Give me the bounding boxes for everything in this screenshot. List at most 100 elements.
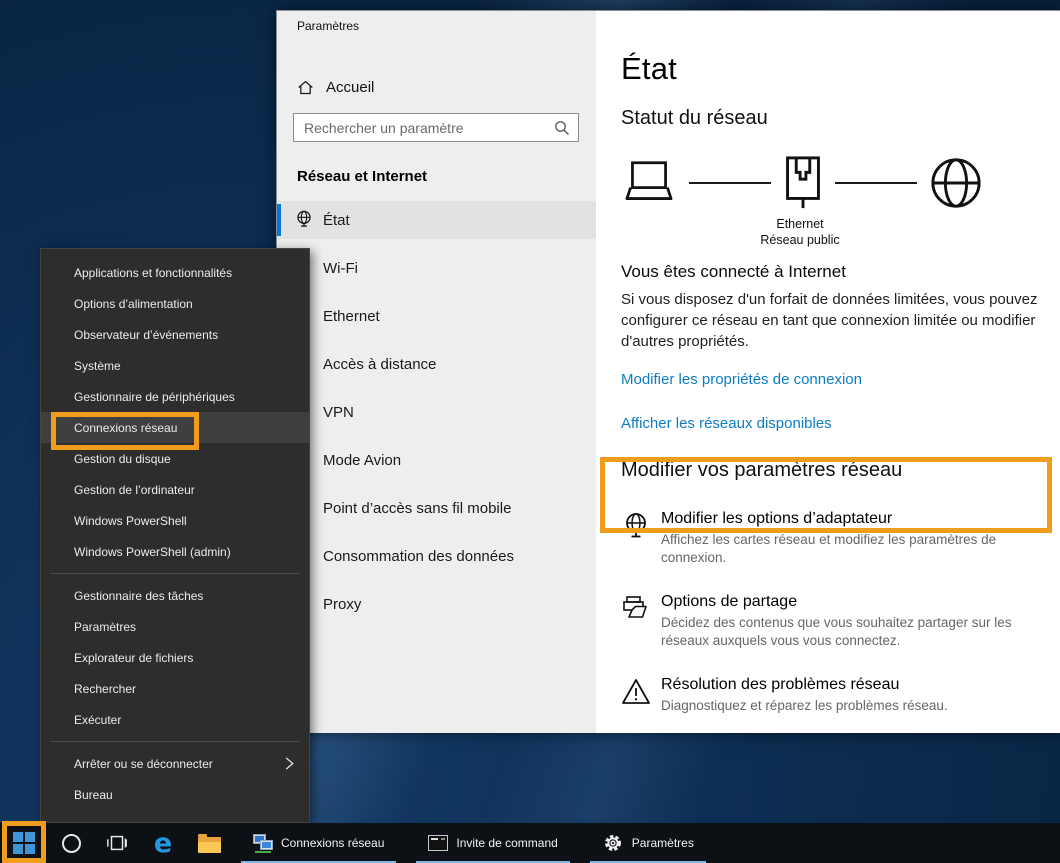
winx-menu: Applications et fonctionnalités Options … [40,248,310,823]
home-icon [297,79,314,96]
winx-item-shutdown[interactable]: Arrêter ou se déconnecter [41,748,309,779]
menu-separator [50,741,300,742]
start-button[interactable] [0,823,48,863]
winx-item-device-manager[interactable]: Gestionnaire de périphériques [41,381,309,412]
diagram-caption: Ethernet Réseau public [735,216,865,248]
link-connection-properties[interactable]: Modifier les propriétés de connexion [621,371,862,388]
link-available-networks[interactable]: Afficher les réseaux disponibles [621,415,832,432]
winx-item-disk-management[interactable]: Gestion du disque [41,443,309,474]
sharing-options-icon [621,594,651,624]
ethernet-plug-icon [783,155,823,211]
laptop-icon [621,160,677,206]
taskbar-app-network-connections[interactable]: Connexions réseau [240,823,397,863]
winx-item-label: Gestion de l’ordinateur [74,483,195,497]
sidebar-item-label: Ethernet [323,308,380,325]
settings-main-pane: État Statut du réseau Ethernet Réseau pu… [596,11,1060,733]
winx-item-label: Gestionnaire des tâches [74,589,203,603]
winx-item-label: Observateur d’événements [74,328,218,342]
winx-item-label: Paramètres [74,620,136,634]
settings-rows: Modifier les options d’adaptateur Affich… [621,508,1060,715]
row-description: Décidez des contenus que vous souhaitez … [661,614,1060,650]
sidebar-item-home[interactable]: Accueil [297,73,596,101]
winx-item-apps-features[interactable]: Applications et fonctionnalités [41,257,309,288]
search-input[interactable] [304,120,554,136]
sidebar-item-hotspot[interactable]: Point d’accès sans fil mobile [277,489,596,527]
sidebar-item-label: Wi-Fi [323,260,358,277]
winx-item-search[interactable]: Rechercher [41,673,309,704]
row-adapter-options[interactable]: Modifier les options d’adaptateur Affich… [621,508,1060,567]
taskbar-app-settings[interactable]: Paramètres [589,823,707,863]
network-status-heading: Statut du réseau [621,107,1060,130]
winx-item-run[interactable]: Exécuter [41,704,309,735]
taskbar-app-label: Connexions réseau [281,836,384,850]
sidebar-item-acces-distance[interactable]: Accès à distance [277,345,596,383]
sidebar-nav: État Wi-Fi Ethernet Accès à distance VPN… [277,201,596,623]
edge-button[interactable]: e [140,823,186,863]
sidebar-item-label: Accès à distance [323,356,436,373]
row-title: Options de partage [661,591,1060,612]
taskbar-app-label: Invite de command [456,836,557,850]
winx-item-power-options[interactable]: Options d’alimentation [41,288,309,319]
row-network-troubleshoot[interactable]: Résolution des problèmes réseau Diagnost… [621,674,1060,715]
task-view-button[interactable] [94,823,140,863]
winx-item-event-viewer[interactable]: Observateur d’événements [41,319,309,350]
network-globe-icon [294,209,314,229]
winx-item-file-explorer[interactable]: Explorateur de fichiers [41,642,309,673]
network-connections-icon [253,834,273,852]
menu-separator [50,573,300,574]
connected-heading: Vous êtes connecté à Internet [621,262,1060,282]
taskbar-app-command-prompt[interactable]: Invite de command [415,823,570,863]
sidebar-item-wifi[interactable]: Wi-Fi [277,249,596,287]
winx-item-label: Rechercher [74,682,136,696]
search-icon [554,120,570,136]
sidebar-item-label: Point d’accès sans fil mobile [323,500,511,517]
winx-item-network-connections[interactable]: Connexions réseau [41,412,309,443]
cortana-button[interactable] [48,823,94,863]
row-title: Modifier les options d’adaptateur [661,508,1060,529]
sidebar-item-label: Proxy [323,596,361,613]
winx-item-powershell[interactable]: Windows PowerShell [41,505,309,536]
winx-item-system[interactable]: Système [41,350,309,381]
winx-item-label: Gestionnaire de périphériques [74,390,235,404]
cortana-icon [62,834,81,853]
sidebar-item-consommation[interactable]: Consommation des données [277,537,596,575]
network-status-diagram: Ethernet Réseau public [621,154,1051,246]
winx-item-settings[interactable]: Paramètres [41,611,309,642]
settings-window: Paramètres Accueil Réseau et Internet Ét… [276,10,1060,733]
sidebar-section-title: Réseau et Internet [297,168,596,185]
diagram-connector-line [689,182,771,184]
internet-globe-icon [929,156,983,210]
sidebar-item-label: Consommation des données [323,548,514,565]
warning-triangle-icon [621,677,651,707]
sidebar-item-label: Mode Avion [323,452,401,469]
row-sharing-options[interactable]: Options de partage Décidez des contenus … [621,591,1060,650]
winx-item-powershell-admin[interactable]: Windows PowerShell (admin) [41,536,309,567]
settings-search-box[interactable] [293,113,579,142]
gear-icon [602,832,624,854]
sidebar-item-ethernet[interactable]: Ethernet [277,297,596,335]
row-description: Diagnostiquez et réparez les problèmes r… [661,697,948,715]
file-explorer-button[interactable] [186,823,232,863]
winx-item-task-manager[interactable]: Gestionnaire des tâches [41,580,309,611]
winx-item-label: Windows PowerShell (admin) [74,545,231,559]
sidebar-item-mode-avion[interactable]: Mode Avion [277,441,596,479]
change-settings-heading: Modifier vos paramètres réseau [621,459,1060,482]
chevron-right-icon [282,756,296,771]
winx-item-label: Exécuter [74,713,121,727]
diagram-caption-network: Ethernet [735,216,865,232]
windows-logo-icon [13,832,35,854]
sidebar-item-vpn[interactable]: VPN [277,393,596,431]
winx-item-label: Explorateur de fichiers [74,651,193,665]
diagram-caption-type: Réseau public [735,232,865,248]
winx-item-desktop[interactable]: Bureau [41,779,309,810]
diagram-connector-line [835,182,917,184]
winx-item-label: Applications et fonctionnalités [74,266,232,280]
winx-item-label: Connexions réseau [74,421,177,435]
desktop-wallpaper: Paramètres Accueil Réseau et Internet Ét… [0,0,1060,863]
command-prompt-icon [428,835,448,851]
sidebar-item-proxy[interactable]: Proxy [277,585,596,623]
sidebar-item-etat[interactable]: État [277,201,596,239]
connected-description: Si vous disposez d'un forfait de données… [621,289,1060,352]
adapter-globe-icon [621,511,651,541]
winx-item-computer-management[interactable]: Gestion de l’ordinateur [41,474,309,505]
